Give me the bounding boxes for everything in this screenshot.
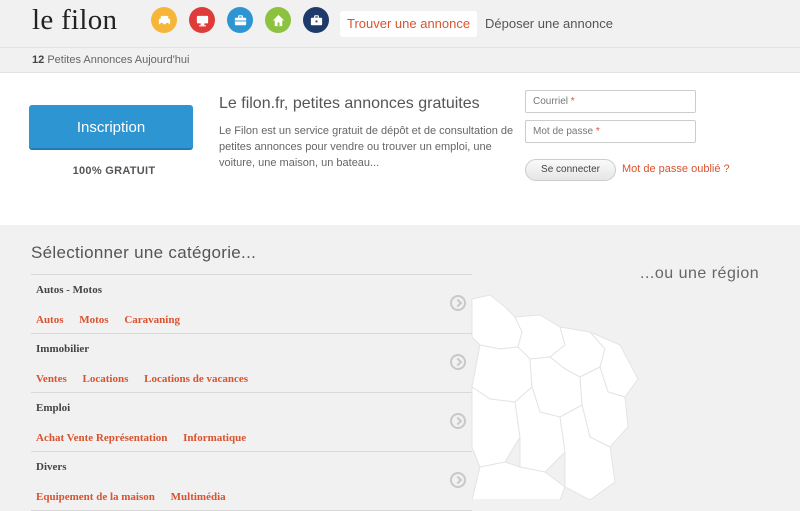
category-name[interactable]: Immobilier — [36, 343, 89, 355]
subcategory-link[interactable]: Informatique — [183, 432, 246, 444]
ads-today-count: 12 Petites Annonces Aujourd'hui — [32, 54, 189, 66]
ads-today-number: 12 — [32, 54, 45, 66]
nav-post-ad[interactable]: Déposer une annonce — [478, 11, 620, 37]
france-region-map[interactable] — [470, 287, 670, 500]
subcategory-link[interactable]: Motos — [79, 314, 108, 326]
subcategory-link[interactable]: Caravaning — [124, 314, 180, 326]
connect-button[interactable]: Se connecter — [525, 159, 616, 181]
category-row-autos-motos[interactable]: Autos - Motos Autos Motos Caravaning — [31, 275, 472, 334]
intro-text: Le Filon est un service gratuit de dépôt… — [219, 125, 514, 169]
category-row-divers[interactable]: Divers Equipement de la maison Multimédi… — [31, 452, 472, 511]
header: le filon Trouver une annonce Déposer une… — [0, 0, 800, 48]
password-field[interactable]: Mot de passe * — [525, 120, 696, 143]
login-section: Inscription 100% GRATUIT Le filon.fr, pe… — [0, 73, 800, 225]
required-mark: * — [595, 126, 600, 137]
category-section: Sélectionner une catégorie... Autos - Mo… — [0, 225, 800, 511]
nav-find-ad[interactable]: Trouver une annonce — [340, 11, 478, 37]
email-field[interactable]: Courriel * — [525, 90, 696, 113]
category-heading: Sélectionner une catégorie... — [31, 243, 257, 262]
forgot-password-link[interactable]: Mot de passe oublié ? — [622, 163, 730, 175]
chevron-right-icon[interactable] — [450, 295, 466, 311]
subcategory-link[interactable]: Locations — [83, 373, 129, 385]
chevron-right-icon[interactable] — [450, 413, 466, 429]
subcategory-links: Ventes Locations Locations de vacances — [36, 373, 261, 385]
logo[interactable]: le filon — [32, 4, 117, 37]
briefcase-icon[interactable] — [227, 7, 253, 33]
suitcase-icon[interactable] — [303, 7, 329, 33]
ads-today-label: Petites Annonces Aujourd'hui — [47, 54, 190, 66]
chevron-right-icon[interactable] — [450, 472, 466, 488]
category-list: Autos - Motos Autos Motos Caravaning Imm… — [31, 274, 472, 511]
category-name[interactable]: Emploi — [36, 402, 70, 414]
subcategory-link[interactable]: Autos — [36, 314, 64, 326]
subcategory-link[interactable]: Locations de vacances — [144, 373, 248, 385]
subcategory-links: Achat Vente Représentation Informatique — [36, 432, 259, 444]
subcategory-link[interactable]: Equipement de la maison — [36, 491, 155, 503]
required-mark: * — [570, 96, 575, 107]
category-name[interactable]: Divers — [36, 461, 67, 473]
intro-title: Le filon.fr, petites annonces gratuites — [219, 95, 480, 112]
subcategory-link[interactable]: Achat Vente Représentation — [36, 432, 167, 444]
subcategory-link[interactable]: Ventes — [36, 373, 67, 385]
category-row-emploi[interactable]: Emploi Achat Vente Représentation Inform… — [31, 393, 472, 452]
free-label: 100% GRATUIT — [72, 165, 156, 177]
email-placeholder: Courriel — [533, 96, 569, 107]
category-name[interactable]: Autos - Motos — [36, 284, 102, 296]
subcategory-links: Equipement de la maison Multimédia — [36, 491, 239, 503]
region-shape[interactable] — [471, 294, 523, 350]
category-row-immobilier[interactable]: Immobilier Ventes Locations Locations de… — [31, 334, 472, 393]
signup-button[interactable]: Inscription — [29, 105, 193, 150]
car-icon[interactable] — [151, 7, 177, 33]
house-icon[interactable] — [265, 7, 291, 33]
computer-icon[interactable] — [189, 7, 215, 33]
subcategory-links: Autos Motos Caravaning — [36, 314, 193, 326]
region-shape[interactable] — [471, 461, 566, 500]
ads-today-bar: 12 Petites Annonces Aujourd'hui — [0, 48, 800, 73]
password-placeholder: Mot de passe — [533, 126, 594, 137]
chevron-right-icon[interactable] — [450, 354, 466, 370]
region-heading: ...ou une région — [640, 265, 760, 282]
subcategory-link[interactable]: Multimédia — [171, 491, 226, 503]
